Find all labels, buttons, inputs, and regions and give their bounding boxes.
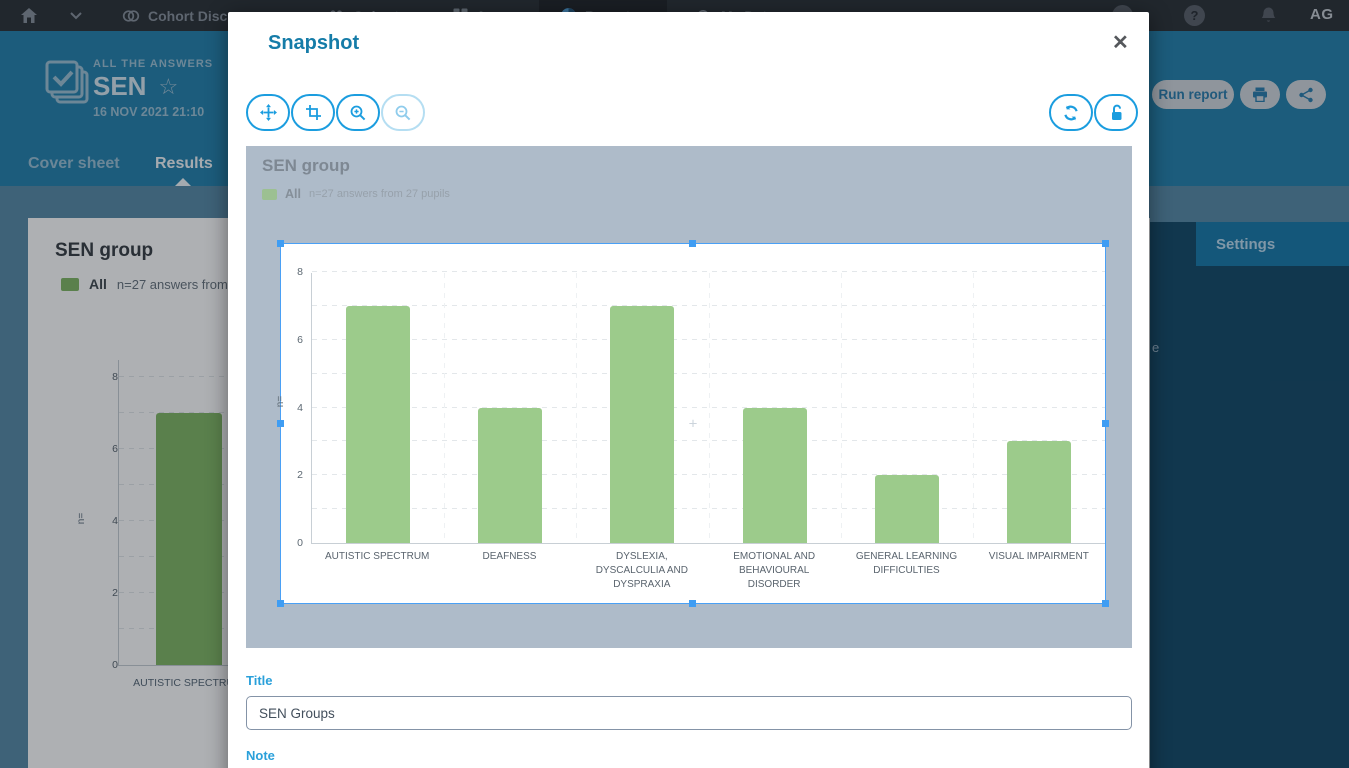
crop-selection-box[interactable]: + n= 02468 AUTISTIC SPECTRUM DEAFNESS DYSL… <box>275 240 1109 607</box>
snapshot-preview: SEN group All n=27 answers from 27 pupil… <box>246 146 1132 648</box>
bar-deafness <box>478 407 543 543</box>
note-field-label: Note <box>246 748 275 763</box>
zoom-in-icon <box>350 105 366 120</box>
crop-button[interactable] <box>291 94 335 131</box>
category-separator <box>972 273 974 543</box>
selection-handle-bottom-right[interactable] <box>1102 600 1109 607</box>
bar-general-learning-difficulties <box>874 475 939 543</box>
preview-chart-title: SEN group <box>262 156 350 175</box>
category-separator <box>840 273 842 543</box>
y-tick-6: 6 <box>297 333 303 346</box>
screen: Cohort Discovery Cohorts Apps <box>0 0 1349 768</box>
selection-handle-bottom-left[interactable] <box>277 600 284 607</box>
selection-handle-top-left[interactable] <box>277 240 284 247</box>
selection-handle-top-middle[interactable] <box>689 240 696 247</box>
crop-icon <box>305 105 321 120</box>
bar-plot <box>311 271 1105 544</box>
category-label-autistic-spectrum: AUTISTIC SPECTRUM <box>324 551 430 562</box>
bar-autistic-spectrum <box>346 305 411 543</box>
category-label-general-learning-difficulties: GENERAL LEARNING DIFFICULTIES <box>855 551 958 576</box>
category-label-visual-impairment: VISUAL IMPAIRMENT <box>988 551 1089 562</box>
selection-handle-bottom-middle[interactable] <box>689 600 696 607</box>
category-label-dyslexia-dyscalculia-and-dyspraxia: DYSLEXIA, DYSCALCULIA AND DYSPRAXIA <box>595 551 688 590</box>
refresh-button[interactable] <box>1049 94 1093 131</box>
zoom-out-icon <box>395 105 411 120</box>
unlock-icon <box>1111 104 1121 120</box>
bar-emotional-and-behavioural-disorder <box>742 407 807 543</box>
zoom-out-button[interactable] <box>381 94 425 131</box>
title-field-label: Title <box>246 673 273 688</box>
bar-dyslexia-dyscalculia-and-dyspraxia <box>610 305 675 543</box>
legend-swatch <box>262 188 277 200</box>
y-tick-8: 8 <box>297 266 303 278</box>
close-icon: ✕ <box>1112 32 1129 54</box>
selection-handle-top-right[interactable] <box>1102 240 1109 247</box>
category-axis: AUTISTIC SPECTRUM DEAFNESS DYSLEXIA, DYSCA… <box>311 550 1105 592</box>
y-tick-0: 0 <box>297 537 303 549</box>
lock-button[interactable] <box>1094 94 1138 131</box>
category-separator <box>576 273 578 543</box>
preview-legend: All n=27 answers from 27 pupils <box>262 187 450 201</box>
move-icon <box>259 104 277 121</box>
selection-handle-middle-left[interactable] <box>277 419 284 427</box>
category-separator <box>444 273 446 543</box>
category-separator <box>708 273 710 543</box>
gridline-8 <box>312 271 1105 272</box>
bar-visual-impairment <box>1006 441 1071 543</box>
category-label-emotional-and-behavioural-disorder: EMOTIONAL AND BEHAVIOURAL DISORDER <box>733 551 816 590</box>
zoom-in-button[interactable] <box>336 94 380 131</box>
legend-note: n=27 answers from 27 pupils <box>308 188 450 200</box>
y-tick-2: 2 <box>297 469 303 482</box>
close-button[interactable]: ✕ <box>1112 30 1129 55</box>
category-label-deafness: DEAFNESS <box>482 551 537 562</box>
move-button[interactable] <box>246 94 290 131</box>
title-input[interactable] <box>246 696 1132 730</box>
y-tick-4: 4 <box>297 401 303 414</box>
snapshot-modal: Snapshot ✕ SEN group All n=27 answers fr… <box>228 12 1149 768</box>
refresh-icon <box>1064 105 1078 120</box>
legend-name: All <box>285 187 301 201</box>
modal-title: Snapshot <box>268 32 360 54</box>
